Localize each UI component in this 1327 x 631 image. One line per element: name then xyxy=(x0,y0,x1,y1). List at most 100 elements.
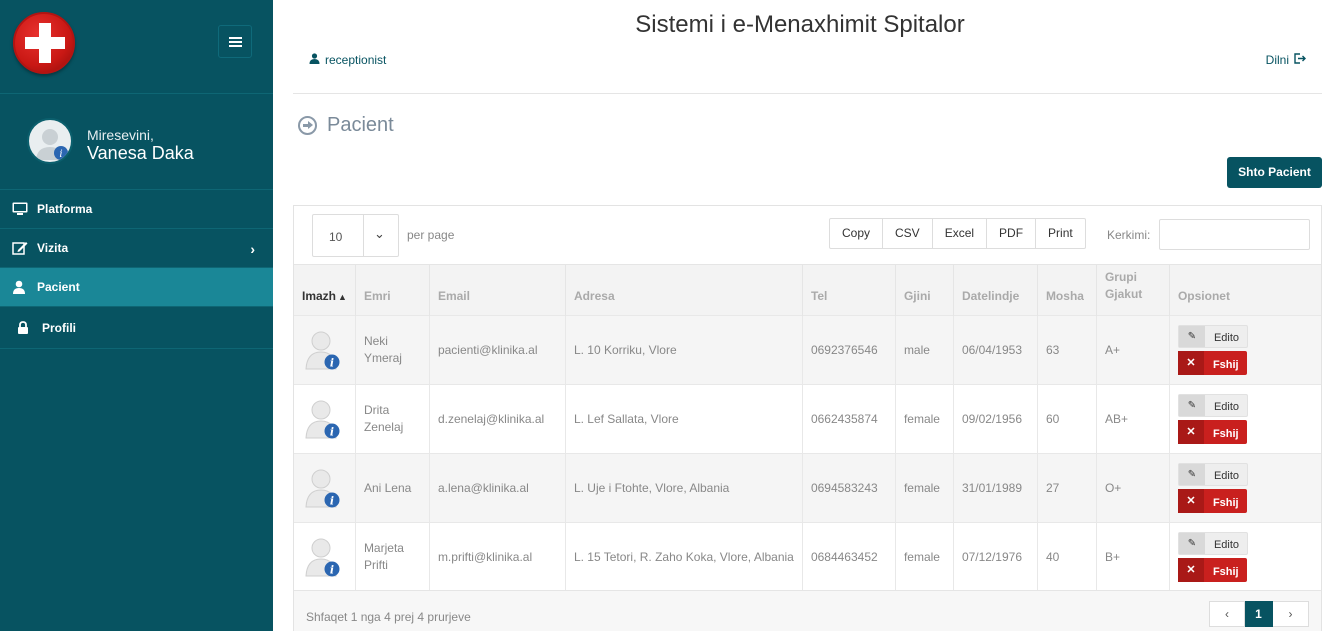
svg-text:i: i xyxy=(59,149,62,160)
sidebar-item-vizita[interactable]: Vizita › xyxy=(0,229,273,268)
user-icon xyxy=(309,53,320,67)
sidebar-item-label: Profili xyxy=(42,320,77,335)
close-icon: ✕ xyxy=(1177,420,1204,444)
sidebar-item-pacient[interactable]: Pacient xyxy=(0,268,273,307)
page-title: Pacient xyxy=(327,114,394,136)
patient-name: Ani Lena xyxy=(355,453,430,523)
patient-dob: 07/12/1976 xyxy=(953,522,1038,592)
pagination-info: Shfaqet 1 nga 4 prej 4 prurjeve xyxy=(306,610,471,624)
column-header-gjini[interactable]: Gjini xyxy=(895,264,954,316)
patient-gender: female xyxy=(895,384,954,454)
options-cell: ✎ Edito ✕ Fshij xyxy=(1169,384,1321,454)
column-header-imazh[interactable]: Imazh ▲ xyxy=(294,264,356,316)
sidebar-item-label: Vizita xyxy=(37,241,69,255)
delete-button[interactable]: ✕ Fshij xyxy=(1177,351,1247,375)
delete-button[interactable]: ✕ Fshij xyxy=(1177,489,1247,513)
column-header-datelindje[interactable]: Datelindje xyxy=(953,264,1038,316)
page-heading: Pacient xyxy=(298,114,394,137)
sidebar-item-platforma[interactable]: Platforma xyxy=(0,190,273,229)
patient-avatar: i xyxy=(304,467,342,509)
patient-email: d.zenelaj@klinika.al xyxy=(429,384,566,454)
table-footer: Shfaqet 1 nga 4 prej 4 prurjeve ‹ 1 › xyxy=(294,590,1321,631)
column-header-tel[interactable]: Tel xyxy=(802,264,896,316)
logout-label: Dilni xyxy=(1265,53,1289,67)
current-user-link[interactable]: receptionist xyxy=(309,53,386,67)
column-header-email[interactable]: Email xyxy=(429,264,566,316)
column-header-mosha[interactable]: Mosha xyxy=(1037,264,1097,316)
csv-button[interactable]: CSV xyxy=(883,218,933,249)
patient-tel: 0692376546 xyxy=(802,315,896,385)
options-cell: ✎ Edito ✕ Fshij xyxy=(1169,522,1321,592)
add-patient-button[interactable]: Shto Pacient xyxy=(1227,157,1322,188)
delete-label: Fshij xyxy=(1212,359,1239,371)
delete-button[interactable]: ✕ Fshij xyxy=(1177,558,1247,583)
pencil-icon: ✎ xyxy=(1178,533,1205,555)
patient-dob: 31/01/1989 xyxy=(953,453,1038,523)
close-icon: ✕ xyxy=(1177,558,1204,583)
per-page-label: per page xyxy=(407,228,455,242)
column-header-adresa[interactable]: Adresa xyxy=(565,264,803,316)
table-row: i Drita Zenelaj d.zenelaj@klinika.al L. Lef… xyxy=(294,384,1321,454)
username-text: Vanesa Daka xyxy=(87,143,194,163)
patient-image-cell: i xyxy=(294,453,356,523)
edit-button[interactable]: ✎ Edito xyxy=(1177,325,1248,348)
edit-button[interactable]: ✎ Edito xyxy=(1177,463,1248,486)
copy-button[interactable]: Copy xyxy=(829,218,884,249)
welcome-text: Miresevini, xyxy=(87,127,154,143)
app-title: Sistemi i e-Menaxhimit Spitalor xyxy=(635,11,965,38)
patient-email: pacienti@klinika.al xyxy=(429,315,566,385)
user-avatar: i xyxy=(27,118,73,164)
chevron-down-icon: ⌄ xyxy=(374,226,385,241)
patient-address: L. Lef Sallata, Vlore xyxy=(565,384,803,454)
patient-age: 63 xyxy=(1037,315,1097,385)
patient-name: Neki Ymeraj xyxy=(355,315,430,385)
svg-text:i: i xyxy=(330,357,334,370)
patients-panel: 10 ⌄ per page Copy CSV Excel PDF Print K… xyxy=(293,205,1322,631)
table-row: i Marjeta Prifti m.prifti@klinika.al L. 15 … xyxy=(294,522,1321,592)
patient-gender: female xyxy=(895,453,954,523)
search-label: Kerkimi: xyxy=(1107,228,1151,242)
pager-prev-button[interactable]: ‹ xyxy=(1209,601,1245,627)
excel-button[interactable]: Excel xyxy=(932,218,988,249)
logout-link[interactable]: Dilni xyxy=(1266,53,1306,67)
patient-tel: 0662435874 xyxy=(802,384,896,454)
patient-name: Marjeta Prifti xyxy=(355,522,430,592)
patient-name: Drita Zenelaj xyxy=(355,384,430,454)
edit-button[interactable]: ✎ Edito xyxy=(1177,394,1248,417)
svg-text:i: i xyxy=(330,426,334,439)
sidebar-item-profili[interactable]: Profili xyxy=(0,307,273,349)
per-page-select[interactable]: 10 ⌄ xyxy=(312,214,399,257)
patient-tel: 0694583243 xyxy=(802,453,896,523)
delete-label: Fshij xyxy=(1212,566,1239,579)
print-button[interactable]: Print xyxy=(1036,218,1086,249)
patient-tel: 0684463452 xyxy=(802,522,896,592)
lock-icon xyxy=(17,321,33,335)
current-user-label: receptionist xyxy=(325,53,387,67)
options-cell: ✎ Edito ✕ Fshij xyxy=(1169,453,1321,523)
header-divider xyxy=(293,93,1322,94)
edit-label: Edito xyxy=(1213,401,1240,413)
circle-arrow-right-icon xyxy=(298,116,317,135)
logout-icon xyxy=(1294,53,1306,67)
edit-label: Edito xyxy=(1213,332,1240,344)
hospital-cross-logo[interactable] xyxy=(13,12,75,74)
patient-dob: 06/04/1953 xyxy=(953,315,1038,385)
search-input[interactable] xyxy=(1159,219,1310,250)
table-row: i Ani Lena a.lena@klinika.al L. Uje i Ftoht… xyxy=(294,453,1321,523)
column-header-grupi-gjakut[interactable]: Grupi Gjakut xyxy=(1096,264,1170,316)
patient-blood-group: O+ xyxy=(1096,453,1170,523)
patient-address: L. Uje i Ftohte, Vlore, Albania xyxy=(565,453,803,523)
sidebar-divider xyxy=(0,93,273,94)
column-header-emri[interactable]: Emri xyxy=(355,264,430,316)
edit-label: Edito xyxy=(1213,470,1240,482)
pdf-button[interactable]: PDF xyxy=(987,218,1037,249)
table-header-row: Imazh ▲ Emri Email Adresa Tel Gjini Datel… xyxy=(294,264,1321,316)
pager-page-1[interactable]: 1 xyxy=(1245,601,1273,627)
edit-button[interactable]: ✎ Edito xyxy=(1177,532,1248,556)
menu-toggle-button[interactable] xyxy=(218,25,252,58)
pager-next-button[interactable]: › xyxy=(1273,601,1309,627)
delete-button[interactable]: ✕ Fshij xyxy=(1177,420,1247,444)
per-page-value: 10 xyxy=(329,230,343,244)
patient-email: m.prifti@klinika.al xyxy=(429,522,566,592)
options-cell: ✎ Edito ✕ Fshij xyxy=(1169,315,1321,385)
